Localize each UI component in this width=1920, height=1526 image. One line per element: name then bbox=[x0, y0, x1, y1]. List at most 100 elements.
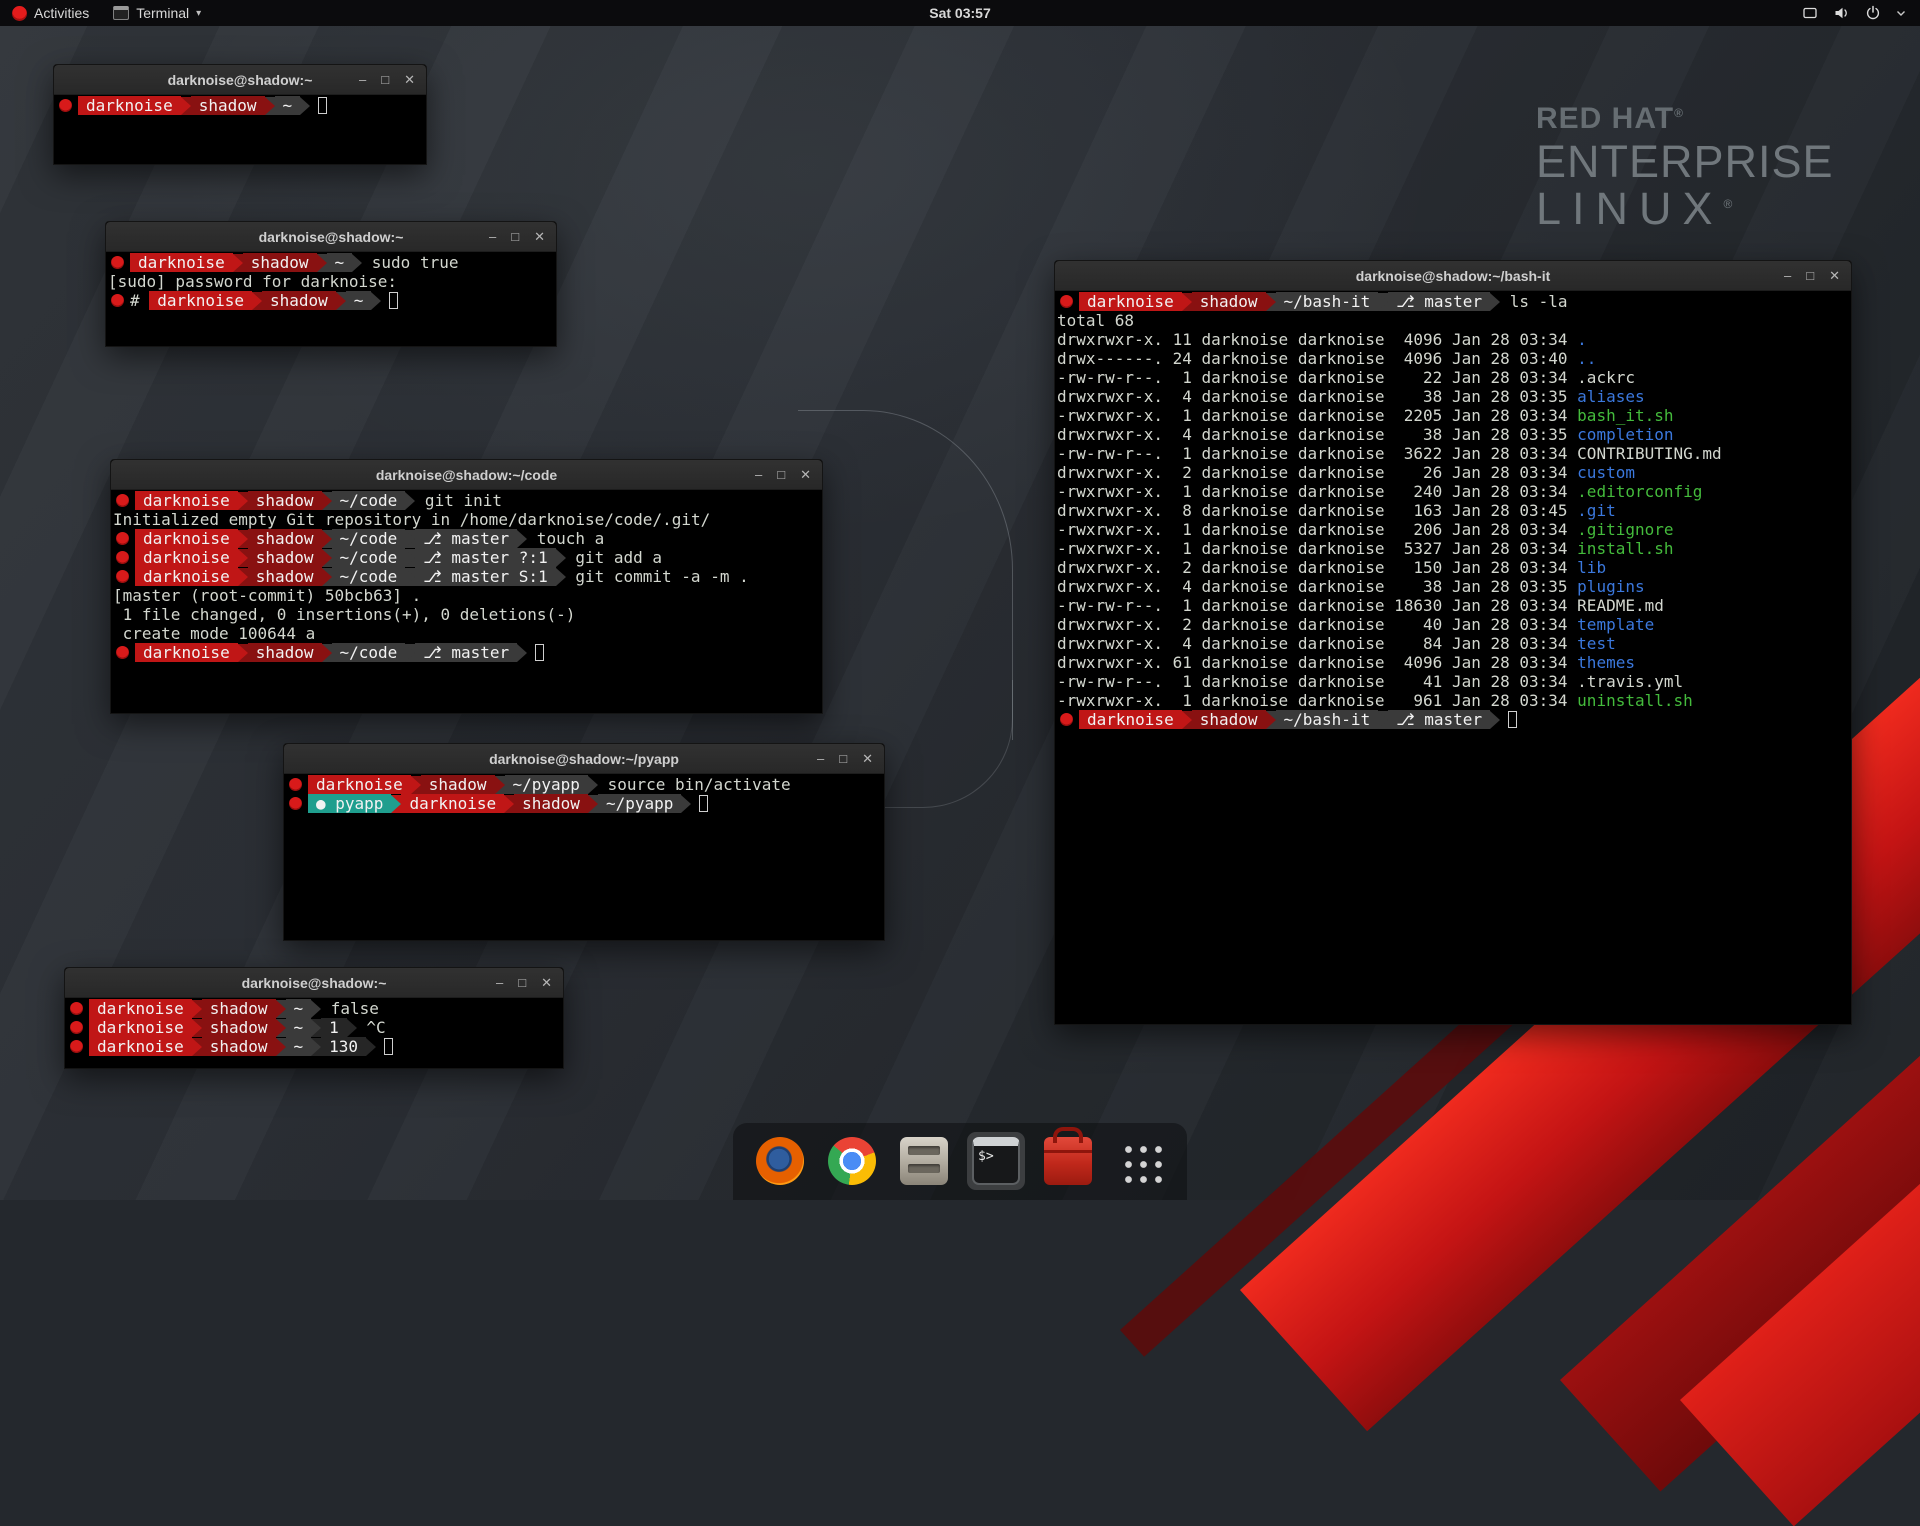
powerline-arrow-icon bbox=[371, 292, 381, 310]
dock-show-apps-button[interactable] bbox=[1111, 1132, 1169, 1190]
terminal-line: darknoiseshadow~/bash-it⎇ master ls -la bbox=[1057, 292, 1849, 311]
prompt-segment-user: darknoise bbox=[135, 567, 238, 586]
dock: $> bbox=[733, 1123, 1187, 1200]
prompt-segment-host: shadow bbox=[1192, 292, 1266, 311]
terminal-text: . bbox=[1577, 330, 1587, 349]
powerline-arrow-icon bbox=[311, 1000, 321, 1018]
window-titlebar[interactable]: darknoise@shadow:~ – □ ✕ bbox=[65, 968, 563, 998]
window-title: darknoise@shadow:~ bbox=[168, 72, 313, 88]
window-titlebar[interactable]: darknoise@shadow:~ – □ ✕ bbox=[54, 65, 426, 95]
app-grid-icon bbox=[1118, 1139, 1163, 1184]
terminal-text: [master (root-commit) 50bcb63] . bbox=[113, 586, 421, 605]
terminal-window: darknoise@shadow:~/bash-it – □ ✕ darknoi… bbox=[1054, 260, 1852, 1025]
minimize-button[interactable]: – bbox=[359, 73, 366, 86]
minimize-button[interactable]: – bbox=[817, 752, 824, 765]
close-button[interactable]: ✕ bbox=[1829, 269, 1840, 282]
dock-chrome-button[interactable] bbox=[823, 1132, 881, 1190]
redhat-logo-icon bbox=[12, 6, 27, 21]
window-titlebar[interactable]: darknoise@shadow:~/bash-it – □ ✕ bbox=[1055, 261, 1851, 291]
terminal-output[interactable]: darknoiseshadow~/bash-it⎇ master ls -lat… bbox=[1055, 291, 1851, 1024]
terminal-text: -rw-rw-r--. 1 darknoise darknoise 41 Jan… bbox=[1057, 672, 1683, 691]
terminal-output[interactable]: darknoiseshadow~ sudo true[sudo] passwor… bbox=[106, 252, 556, 346]
terminal-line: drwxrwxr-x. 4 darknoise darknoise 84 Jan… bbox=[1057, 634, 1849, 653]
prompt-segment-path: ~ bbox=[346, 291, 372, 310]
screen-layout-icon[interactable] bbox=[1802, 5, 1818, 21]
window-titlebar[interactable]: darknoise@shadow:~/pyapp – □ ✕ bbox=[284, 744, 884, 774]
window-titlebar[interactable]: darknoise@shadow:~/code – □ ✕ bbox=[111, 460, 822, 490]
window-controls: – □ ✕ bbox=[359, 65, 415, 94]
prompt-segment-git: ⎇ master ?:1 bbox=[415, 548, 555, 567]
terminal-output[interactable]: darknoiseshadow~/pyapp source bin/activa… bbox=[284, 774, 884, 940]
prompt-segment-host: shadow bbox=[248, 643, 322, 662]
powerline-arrow-icon bbox=[181, 97, 191, 115]
brand-line-enterprise: ENTERPRISE bbox=[1536, 139, 1834, 186]
maximize-button[interactable]: □ bbox=[839, 752, 847, 765]
terminal-text: touch a bbox=[527, 529, 604, 548]
maximize-button[interactable]: □ bbox=[518, 976, 526, 989]
powerline-arrow-icon bbox=[366, 1038, 376, 1056]
window-title: darknoise@shadow:~/code bbox=[376, 467, 557, 483]
close-button[interactable]: ✕ bbox=[541, 976, 552, 989]
terminal-text: false bbox=[321, 999, 379, 1018]
terminal-text: uninstall.sh bbox=[1577, 691, 1693, 710]
terminal-output[interactable]: darknoiseshadow~/code git initInitialize… bbox=[111, 490, 822, 713]
close-button[interactable]: ✕ bbox=[534, 230, 545, 243]
file-manager-icon bbox=[900, 1137, 948, 1185]
powerline-arrow-icon bbox=[405, 549, 415, 567]
terminal-text: lib bbox=[1577, 558, 1606, 577]
terminal-text: aliases bbox=[1577, 387, 1644, 406]
powerline-arrow-icon bbox=[1378, 711, 1388, 729]
prompt-segment-path: ~/bash-it bbox=[1276, 292, 1379, 311]
dock-files-button[interactable] bbox=[895, 1132, 953, 1190]
redhat-prompt-icon bbox=[116, 646, 129, 659]
clock[interactable]: Sat 03:57 bbox=[929, 5, 990, 21]
terminal-line: darknoiseshadow~/pyapp source bin/activa… bbox=[286, 775, 882, 794]
prompt-segment-path: ~/pyapp bbox=[505, 775, 588, 794]
prompt-segment-path: ~ bbox=[286, 1018, 312, 1037]
redhat-prompt-icon bbox=[70, 1040, 83, 1053]
terminal-text: Initialized empty Git repository in /hom… bbox=[113, 510, 710, 529]
terminal-output[interactable]: darknoiseshadow~ bbox=[54, 95, 426, 164]
maximize-button[interactable]: □ bbox=[1806, 269, 1814, 282]
firefox-icon bbox=[756, 1137, 804, 1185]
dock-toolbox-button[interactable] bbox=[1039, 1132, 1097, 1190]
powerline-arrow-icon bbox=[405, 492, 415, 510]
registered-mark: ® bbox=[1724, 197, 1744, 211]
prompt-segment-host: shadow bbox=[202, 1018, 276, 1037]
powerline-arrow-icon bbox=[1266, 293, 1276, 311]
close-button[interactable]: ✕ bbox=[800, 468, 811, 481]
terminal-line: [sudo] password for darknoise: bbox=[108, 272, 554, 291]
activities-button[interactable]: Activities bbox=[0, 0, 101, 26]
maximize-button[interactable]: □ bbox=[381, 73, 389, 86]
terminal-line: darknoiseshadow~/code⎇ master ?:1 git ad… bbox=[113, 548, 820, 567]
window-titlebar[interactable]: darknoise@shadow:~ – □ ✕ bbox=[106, 222, 556, 252]
dock-terminal-button[interactable]: $> bbox=[967, 1132, 1025, 1190]
terminal-output[interactable]: darknoiseshadow~ falsedarknoiseshadow~1 … bbox=[65, 998, 563, 1068]
terminal-line: [master (root-commit) 50bcb63] . bbox=[113, 586, 820, 605]
close-button[interactable]: ✕ bbox=[404, 73, 415, 86]
redhat-prompt-icon bbox=[116, 494, 129, 507]
prompt-segment-host: shadow bbox=[248, 529, 322, 548]
system-status-area[interactable] bbox=[1802, 0, 1920, 26]
terminal-text: .editorconfig bbox=[1577, 482, 1702, 501]
minimize-button[interactable]: – bbox=[496, 976, 503, 989]
redhat-prompt-icon bbox=[116, 570, 129, 583]
powerline-arrow-icon bbox=[1182, 711, 1192, 729]
app-menu-button[interactable]: Terminal ▾ bbox=[101, 0, 213, 26]
prompt-segment-host: shadow bbox=[243, 253, 317, 272]
minimize-button[interactable]: – bbox=[1784, 269, 1791, 282]
maximize-button[interactable]: □ bbox=[777, 468, 785, 481]
activities-label: Activities bbox=[34, 5, 89, 21]
power-icon[interactable] bbox=[1865, 5, 1881, 21]
minimize-button[interactable]: – bbox=[755, 468, 762, 481]
terminal-window: darknoise@shadow:~/pyapp – □ ✕ darknoise… bbox=[283, 743, 885, 941]
volume-icon[interactable] bbox=[1833, 5, 1850, 21]
terminal-line: darknoiseshadow~/bash-it⎇ master bbox=[1057, 710, 1849, 729]
window-title: darknoise@shadow:~ bbox=[242, 975, 387, 991]
minimize-button[interactable]: – bbox=[489, 230, 496, 243]
redhat-prompt-icon bbox=[1060, 713, 1073, 726]
terminal-line: Initialized empty Git repository in /hom… bbox=[113, 510, 820, 529]
close-button[interactable]: ✕ bbox=[862, 752, 873, 765]
maximize-button[interactable]: □ bbox=[511, 230, 519, 243]
dock-firefox-button[interactable] bbox=[751, 1132, 809, 1190]
